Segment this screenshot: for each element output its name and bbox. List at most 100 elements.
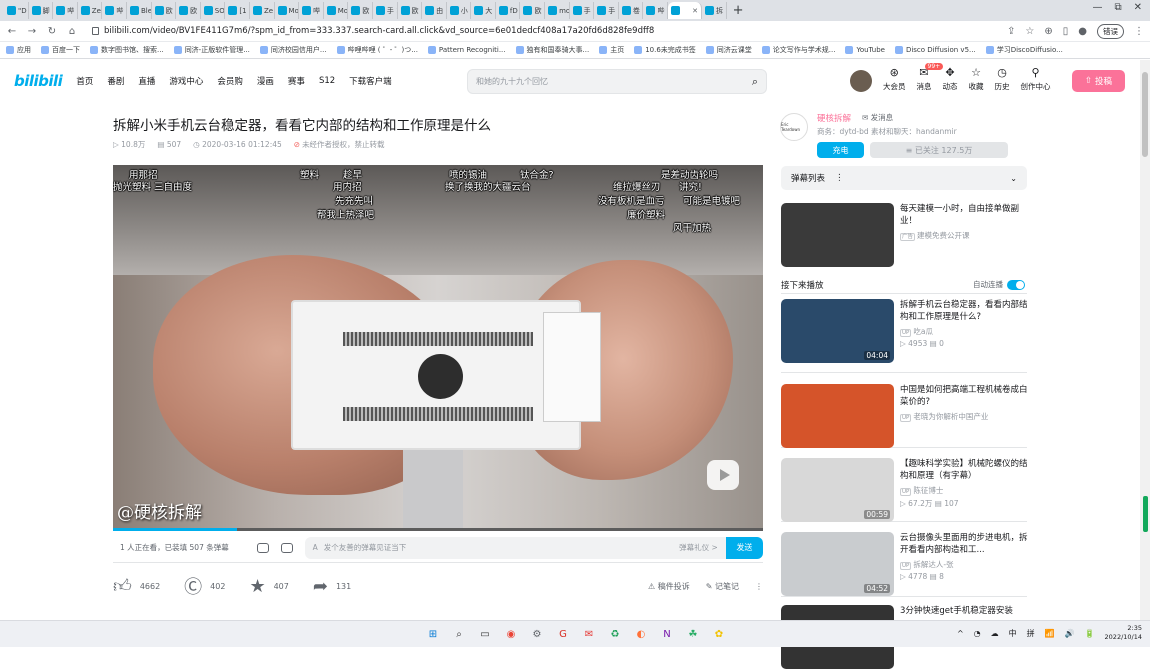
search-icon[interactable]: ⌕	[752, 75, 758, 89]
browser-tab[interactable]: 大✕	[471, 2, 496, 19]
bookmark-item[interactable]: 数字图书馆、搜索...	[90, 45, 164, 55]
browser-tab[interactable]: 欧✕	[152, 2, 177, 19]
recommendation-card[interactable]: 04:52 云台摄像头里面用的步进电机，拆开看看内部构造和工... UP 拆解达人-张…	[781, 532, 1031, 596]
recommendation-card[interactable]: 00:59 【趣味科学实验】机械陀螺仪的结构和原理（有字幕） UP 陈征博士 ▷ 67.…	[781, 458, 1031, 522]
share-icon[interactable]: ⇪	[1007, 26, 1015, 37]
recommendation-title[interactable]: 中国是如何把高端工程机械卷成白菜价的?	[900, 384, 1030, 408]
tray-icon[interactable]: ^	[957, 629, 964, 638]
taskbar-app-icon[interactable]: G	[554, 625, 572, 643]
more-icon[interactable]: ⋮	[755, 582, 763, 591]
header-dynamic-button[interactable]: ✥ 动态	[943, 66, 958, 92]
reload-icon[interactable]: ↻	[46, 26, 58, 37]
browser-tab[interactable]: mo✕	[545, 2, 570, 19]
browser-tab[interactable]: 由✕	[422, 2, 447, 19]
share-button[interactable]: ➦ 131	[313, 576, 351, 597]
coin-button[interactable]: Ⓒ 402	[184, 573, 225, 599]
header-message-button[interactable]: ✉ 消息 99+	[917, 63, 944, 92]
bookmark-item[interactable]: 论文写作与学术规...	[761, 45, 835, 55]
browser-tab[interactable]: 手✕	[373, 2, 398, 19]
profile-icon[interactable]: ●	[1078, 26, 1087, 37]
recommendation-card[interactable]: 中国是如何把高端工程机械卷成白菜价的? UP 老晓为你解析中国产业	[781, 384, 1031, 448]
header-nav-item[interactable]: 直播	[138, 75, 155, 87]
bookmark-item[interactable]: 10.6未完成书签	[634, 45, 696, 55]
tab-close-icon[interactable]: ✕	[725, 7, 726, 15]
url-field[interactable]: bilibili.com/video/BV1FE411G7m6/?spm_id_…	[86, 23, 999, 40]
uploader-name[interactable]: 硬核拆解	[817, 112, 851, 124]
clock[interactable]: 2:35 2022/10/14	[1105, 624, 1142, 642]
header-favorite-button[interactable]: ☆ 收藏	[969, 66, 984, 92]
profile-error-pill[interactable]: 错误	[1097, 23, 1124, 39]
taskbar-app-icon[interactable]: ⌕	[450, 625, 468, 643]
recommendation-uploader[interactable]: UP 陈征博士	[900, 485, 943, 496]
taskbar-app-icon[interactable]: ♻	[606, 625, 624, 643]
bookmark-item[interactable]: 同济-正版软件管理...	[173, 45, 250, 55]
header-history-button[interactable]: ◷ 历史	[995, 66, 1010, 92]
tray-icon[interactable]: 🔊	[1065, 629, 1075, 638]
video-progress-bar[interactable]	[113, 528, 763, 531]
header-nav-item[interactable]: 游戏中心	[169, 75, 203, 87]
danmaku-settings-icon[interactable]	[280, 542, 293, 553]
danmaku-input[interactable]: A 发个友善的弹幕见证当下 弹幕礼仪 >	[304, 536, 726, 559]
followed-button[interactable]: ≡ 已关注 127.5万	[870, 142, 1008, 158]
tray-icon[interactable]: 中	[1009, 628, 1017, 639]
recommendation-uploader[interactable]: UP 老晓为你解析中国产业	[900, 411, 988, 422]
play-button[interactable]	[707, 460, 739, 490]
recommendation-title[interactable]: 3分钟快速get手机稳定器安装	[900, 605, 1030, 617]
browser-tab[interactable]: Mo✕	[324, 2, 349, 19]
bookmark-item[interactable]: 应用	[6, 45, 31, 55]
new-tab-icon[interactable]: +	[733, 3, 744, 18]
sidebar-icon[interactable]: ▯	[1063, 26, 1069, 37]
favorite-button[interactable]: ★ 407	[249, 576, 288, 597]
tab-close-icon[interactable]: ✕	[692, 7, 698, 15]
close-window-icon[interactable]: ✕	[1134, 2, 1142, 13]
notes-button[interactable]: ✎ 记笔记	[706, 581, 739, 592]
autoplay-switch[interactable]	[1007, 279, 1025, 290]
bilibili-logo[interactable]: bilibili	[14, 72, 63, 90]
tray-icon[interactable]: 🔋	[1085, 629, 1095, 638]
browser-tab[interactable]: "D✕	[4, 2, 29, 19]
restore-icon[interactable]: ⧉	[1114, 2, 1121, 13]
bookmark-item[interactable]: 同济校园信用户...	[259, 45, 327, 55]
recommendation-title[interactable]: 云台摄像头里面用的步进电机，拆开看看内部构造和工...	[900, 532, 1030, 556]
recommendation-uploader[interactable]: UP 拆解达人-张	[900, 559, 954, 570]
browser-tab[interactable]: 欧✕	[398, 2, 423, 19]
danmaku-style-icon[interactable]: A	[313, 543, 318, 552]
header-nav-item[interactable]: 赛事	[288, 75, 305, 87]
browser-tab[interactable]: 哔✕	[53, 2, 78, 19]
recommendation-title[interactable]: 拆解手机云台稳定器，看看内部结构和工作原理是什么?	[900, 299, 1030, 323]
header-nav-item[interactable]: S12	[319, 76, 335, 86]
report-button[interactable]: ⚠ 稿件投诉	[648, 581, 690, 592]
tray-icon[interactable]: 拼	[1027, 628, 1035, 639]
taskbar-app-icon[interactable]: ⚙	[528, 625, 546, 643]
browser-tab[interactable]: 拆✕	[702, 2, 727, 19]
page-scrollbar[interactable]	[1140, 60, 1150, 620]
danmaku-list-toggle[interactable]: 弹幕列表 ⋮ ⌄	[781, 166, 1027, 190]
taskbar-app-icon[interactable]: ✿	[710, 625, 728, 643]
browser-tab[interactable]: 欧✕	[348, 2, 373, 19]
bookmark-item[interactable]: Pattern Recogniti...	[427, 46, 506, 54]
recommendation-title[interactable]: 【趣味科学实验】机械陀螺仪的结构和原理（有字幕）	[900, 458, 1030, 482]
upload-button[interactable]: ⇧ 投稿	[1072, 70, 1125, 92]
taskbar-app-icon[interactable]: ◐	[632, 625, 650, 643]
header-nav-item[interactable]: 下载客户端	[349, 75, 392, 87]
browser-tab[interactable]: 哔✕	[102, 2, 127, 19]
minimize-icon[interactable]: —	[1092, 2, 1102, 13]
browser-tab[interactable]: ✕	[668, 2, 703, 19]
bookmark-item[interactable]: 主页	[599, 45, 624, 55]
header-nav-item[interactable]: 番剧	[107, 75, 124, 87]
forward-icon[interactable]: →	[26, 26, 38, 37]
danmaku-toggle-icon[interactable]	[257, 542, 269, 553]
header-vip-button[interactable]: ⊛ 大会员	[883, 66, 906, 92]
header-nav-item[interactable]: 漫画	[257, 75, 274, 87]
browser-tab[interactable]: [1✕	[225, 2, 250, 19]
send-message-link[interactable]: ✉ 发消息	[862, 112, 893, 123]
bookmark-star-icon[interactable]: ☆	[1025, 26, 1034, 37]
taskbar-app-icon[interactable]: ▭	[476, 625, 494, 643]
recommendation-uploader[interactable]: UP 吃a瓜	[900, 326, 933, 337]
charge-button[interactable]: 充电	[817, 142, 864, 158]
browser-tab[interactable]: Mo✕	[275, 2, 300, 19]
header-nav-item[interactable]: 首页	[76, 75, 93, 87]
browser-tab[interactable]: fD✕	[496, 2, 521, 19]
browser-tab[interactable]: 手✕	[594, 2, 619, 19]
browser-tab[interactable]: 欧✕	[176, 2, 201, 19]
